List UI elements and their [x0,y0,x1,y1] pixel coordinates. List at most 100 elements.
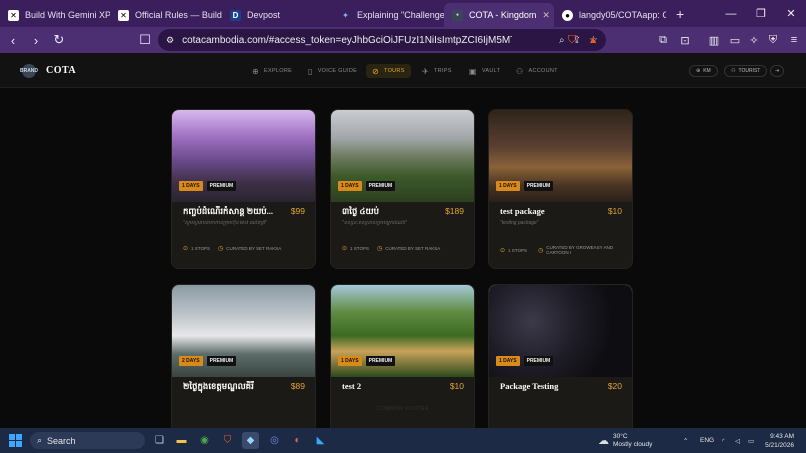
user-icon: ⚇ [516,66,524,76]
tab-label: Official Rules — Build [135,10,222,20]
bookmark-icon[interactable]: ☐ [135,30,155,50]
premium-badge: PREMIUM [365,356,396,366]
windows-start-icon[interactable] [9,434,22,447]
tour-price: $99 [290,206,305,216]
input-language[interactable]: ENG [700,428,714,453]
tour-title: ២ថ្ងៃក្នុងខេត្តមណ្ឌលគិរី [183,381,254,391]
tour-meta: ⊙ 1 STOPS ◷ CURATED BY SET RAKSA [183,245,281,252]
role-label: TOURIST [738,68,761,74]
language-switch[interactable]: ⊕ KM [689,64,718,78]
globe-icon: ⊕ [252,66,260,76]
premium-badge: PREMIUM [206,356,237,366]
nav-account[interactable]: ⚇ ACCOUNT [516,64,558,78]
app-header: BRAND COTA ⊕ EXPLORE ▯ VOICE GUIDE ⊘ TOU… [0,53,806,88]
days-badge: 2 DAYS [179,356,203,366]
gemini-icon: ✦ [342,10,349,20]
tab-label: langdy05/COTAapp: C [579,10,666,20]
battery-icon[interactable]: ▭ [748,428,754,453]
globe-icon: ⊕ [696,68,701,74]
brave-icon[interactable]: ⛉ [219,432,236,449]
tour-title: test 2 [342,381,362,391]
tour-card[interactable]: 1 DAYS PREMIUM ៣ថ្ងៃ ៤យប់ $189 "ទស្សនៈទស… [330,109,475,269]
wallet-icon[interactable]: ▭ [726,31,744,49]
vscode-icon[interactable]: ◣ [312,432,329,449]
extensions-icon[interactable]: ⧉ [654,31,672,49]
tour-title: test package [500,206,545,216]
wifi-icon[interactable]: ◜ [722,428,725,453]
tour-image: 1 DAYS PREMIUM [489,110,632,202]
minimize-icon[interactable]: — [716,0,746,27]
brave-shield-icon[interactable]: ⛉ [563,31,581,49]
nav-label: ACCOUNT [528,68,558,74]
close-tab-icon[interactable]: ✕ [542,10,550,21]
tour-meta: ⊙ 1 STOPS ◷ CURATED BY GROWEASY AND CARTOO… [500,245,618,255]
browser-tab[interactable]: ● langdy05/COTAapp: C [554,3,666,27]
tour-description: "testing package" [500,220,539,226]
user-icon: ⚇ [731,68,736,74]
nav-voice-guide[interactable]: ▯ VOICE GUIDE [308,64,357,78]
clock-date: 5/21/2026 [765,442,794,449]
vpn-icon[interactable]: ⛨ [764,31,782,49]
task-view-icon[interactable]: ❏ [151,432,168,449]
tour-title: កញ្ចប់ដំណើរកំសាន្ត ២យប់... [183,206,274,216]
chrome-icon[interactable]: ◉ [196,432,213,449]
clock-time: 9:43 AM [770,433,794,440]
leo-ai-icon[interactable]: ✧ [745,31,763,49]
close-window-icon[interactable]: ✕ [776,0,806,27]
os-taskbar: ⌕ Search ❏ ▬ ◉ ⛉ ◆ ◎ ◐ ◣ ☁ 30°C Mostly c… [0,428,806,453]
window-controls: — ❐ ✕ [716,0,806,27]
address-bar[interactable]: ⚙ cotacambodia.com/#access_token=eyJhbGc… [158,29,606,51]
plane-icon: ✈ [422,66,430,76]
browser-tab[interactable]: ✕ Official Rules — Build [110,3,222,27]
days-badge: 1 DAYS [179,181,203,191]
cloud-icon: ☁ [598,435,609,447]
nav-vault[interactable]: ▣ VAULT [469,64,500,78]
tour-card[interactable]: 1 DAYS PREMIUM test package $10 "testing… [488,109,633,269]
discord-icon[interactable]: ◎ [266,432,283,449]
tour-curator: CURATED BY SET RAKSA [226,246,282,251]
days-badge: 1 DAYS [496,181,520,191]
weather-desc: Mostly cloudy [613,440,653,448]
app-icon[interactable]: ◆ [242,432,259,449]
browser-tab[interactable]: ✦ Explaining "Challenge [332,3,444,27]
github-icon: ● [562,9,573,21]
forward-icon[interactable]: › [26,30,46,50]
new-tab-button[interactable]: + [666,6,694,22]
brave-rewards-icon[interactable]: ▲ [584,31,602,49]
role-switch[interactable]: ⚇ TOURIST [724,64,768,78]
x-logo-icon: ✕ [8,9,19,21]
maximize-icon[interactable]: ❐ [746,0,776,27]
sidebar-icon[interactable]: ▥ [705,31,723,49]
tour-image: 1 DAYS PREMIUM [172,110,315,202]
browser-tab-active[interactable]: ● COTA - Kingdom ✕ [444,3,554,27]
back-icon[interactable]: ‹ [3,30,23,50]
browser-app-icon[interactable]: ◐ [289,432,306,449]
tour-price: $189 [445,206,464,216]
volume-icon[interactable]: ◁ [735,428,740,453]
weather-widget[interactable]: ☁ 30°C Mostly cloudy [598,428,652,453]
browser-tab[interactable]: D Devpost [222,3,332,27]
cota-logo[interactable]: BRAND [20,64,38,78]
search-icon: ⌕ [37,435,43,445]
tour-image: 1 DAYS PREMIUM [331,285,474,377]
nav-tours[interactable]: ⊘ TOURS [366,64,411,78]
screenshot-icon[interactable]: ⊡ [676,31,694,49]
logout-button[interactable]: ⇥ [770,64,785,78]
tour-card[interactable]: 1 DAYS PREMIUM កញ្ចប់ដំណើរកំសាន្ត ២យប់..… [171,109,316,269]
menu-icon[interactable]: ≡ [785,31,803,49]
nav-label: EXPLORE [264,68,293,74]
file-explorer-icon[interactable]: ▬ [173,432,190,449]
browser-tab[interactable]: ✕ Build With Gemini XPR [0,3,110,27]
site-settings-icon[interactable]: ⚙ [166,35,174,46]
nav-label: TOURS [384,68,405,74]
browser-tab-strip: ✕ Build With Gemini XPR ✕ Official Rules… [0,0,806,27]
nav-explore[interactable]: ⊕ EXPLORE [252,64,292,78]
reload-icon[interactable]: ↻ [49,30,69,50]
url-text: cotacambodia.com/#access_token=eyJhbGciO… [182,34,513,46]
chevron-up-icon[interactable]: ⌃ [683,428,688,453]
tab-label: Build With Gemini XPR [25,10,110,20]
nav-trips[interactable]: ✈ TRIPS [422,64,452,78]
brand-name[interactable]: COTA [46,65,76,76]
clock[interactable]: 9:43 AM 5/21/2026 [765,432,794,450]
taskbar-search[interactable]: ⌕ Search [30,432,145,449]
